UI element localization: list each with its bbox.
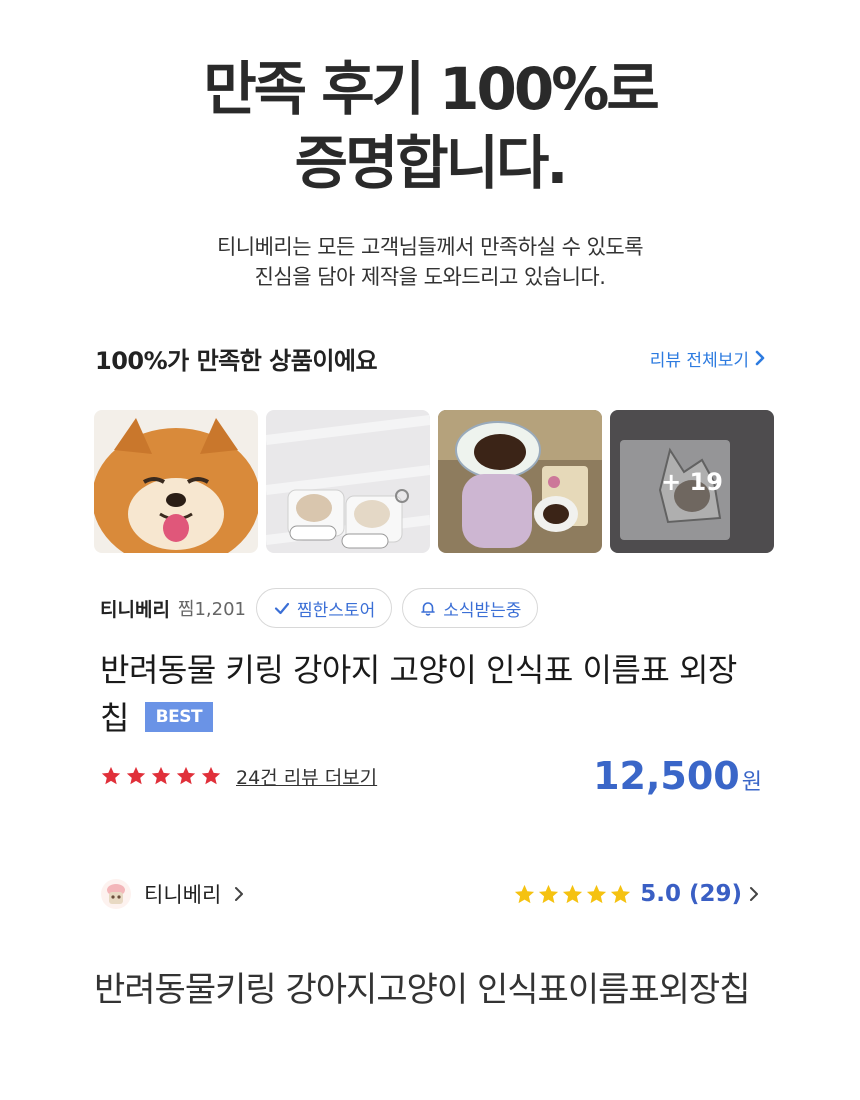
store-wish-count: 찜1,201	[177, 599, 247, 620]
product-price: 12,500 원	[593, 754, 762, 798]
hero-title-line2: 증명합니다.	[294, 129, 569, 197]
product-title-block: 반려동물 키링 강아지 고양이 인식표 이름표 외장칩 BEST	[100, 646, 760, 742]
shiba-dog-photo	[94, 410, 258, 553]
seller-rating[interactable]: 5.0 (29)	[513, 881, 760, 907]
price-unit: 원	[741, 770, 762, 795]
star-icon	[587, 884, 607, 903]
hero-subtitle: 티니베리는 모든 고객님들께서 만족하실 수 있도록 진심을 담아 제작을 도와…	[0, 232, 860, 292]
star-icon	[151, 766, 171, 785]
bell-icon	[421, 602, 436, 616]
see-all-reviews-label: 리뷰 전체보기	[649, 350, 749, 371]
store-name[interactable]: 티니베리	[100, 595, 170, 622]
check-icon	[274, 602, 290, 615]
star-icon	[515, 884, 535, 903]
star-icon	[539, 884, 559, 903]
star-icon	[611, 884, 631, 903]
review-more-link[interactable]: 24건 리뷰 더보기	[236, 763, 377, 790]
seller-link[interactable]: 티니베리	[100, 878, 245, 910]
hero-title-line1: 만족 후기 100%로	[203, 55, 659, 123]
see-all-reviews-link[interactable]: 리뷰 전체보기	[650, 346, 767, 371]
star-icon	[176, 766, 196, 785]
price-value: 12,500	[593, 754, 740, 798]
star-icon	[201, 766, 221, 785]
star-icon	[126, 766, 146, 785]
keyring-pair-photo	[266, 410, 430, 553]
review-photo-strip: + 19	[94, 410, 774, 553]
chevron-right-icon	[750, 887, 758, 901]
seller-name: 티니베리	[144, 883, 222, 907]
star-icon	[101, 766, 121, 785]
dachshund-keyring-photo	[438, 410, 602, 553]
notify-label: 소식받는중	[443, 600, 522, 621]
best-badge: BEST	[144, 702, 214, 732]
product-stars	[100, 765, 222, 787]
hero-sub-line2: 진심을 담아 제작을 도와드리고 있습니다.	[254, 265, 606, 289]
star-icon	[563, 884, 583, 903]
review-photo-more[interactable]: + 19	[610, 410, 774, 553]
rating-price-row: 24건 리뷰 더보기 12,500 원	[100, 754, 762, 798]
seller-avatar	[101, 879, 131, 909]
review-photo-dachshund[interactable]	[438, 410, 602, 553]
review-section-header: 100%가 만족한 상품이에요 리뷰 전체보기	[95, 338, 767, 378]
review-section-title: 100%가 만족한 상품이에요	[95, 346, 378, 375]
seller-row: 티니베리 5.0 (29)	[100, 872, 760, 916]
wished-store-button[interactable]: 찜한스토어	[256, 588, 393, 628]
review-photo-keyring-pair[interactable]	[266, 410, 430, 553]
product-rating: 24건 리뷰 더보기	[100, 763, 377, 790]
chevron-right-icon	[755, 350, 765, 366]
bottom-product-name: 반려동물키링 강아지고양이 인식표이름표외장칩	[94, 970, 750, 1010]
wished-store-label: 찜한스토어	[297, 600, 376, 621]
more-photos-overlay: + 19	[610, 410, 774, 553]
seller-stars	[513, 883, 632, 906]
review-photo-shiba[interactable]	[94, 410, 258, 553]
hero-title: 만족 후기 100%로 증명합니다.	[0, 52, 860, 200]
seller-score: 5.0 (29)	[640, 881, 742, 907]
store-info-row: 티니베리 찜1,201 찜한스토어 소식받는중	[100, 588, 539, 628]
chevron-right-icon	[235, 887, 244, 901]
notify-button[interactable]: 소식받는중	[402, 588, 539, 628]
hero-sub-line1: 티니베리는 모든 고객님들께서 만족하실 수 있도록	[216, 235, 644, 259]
